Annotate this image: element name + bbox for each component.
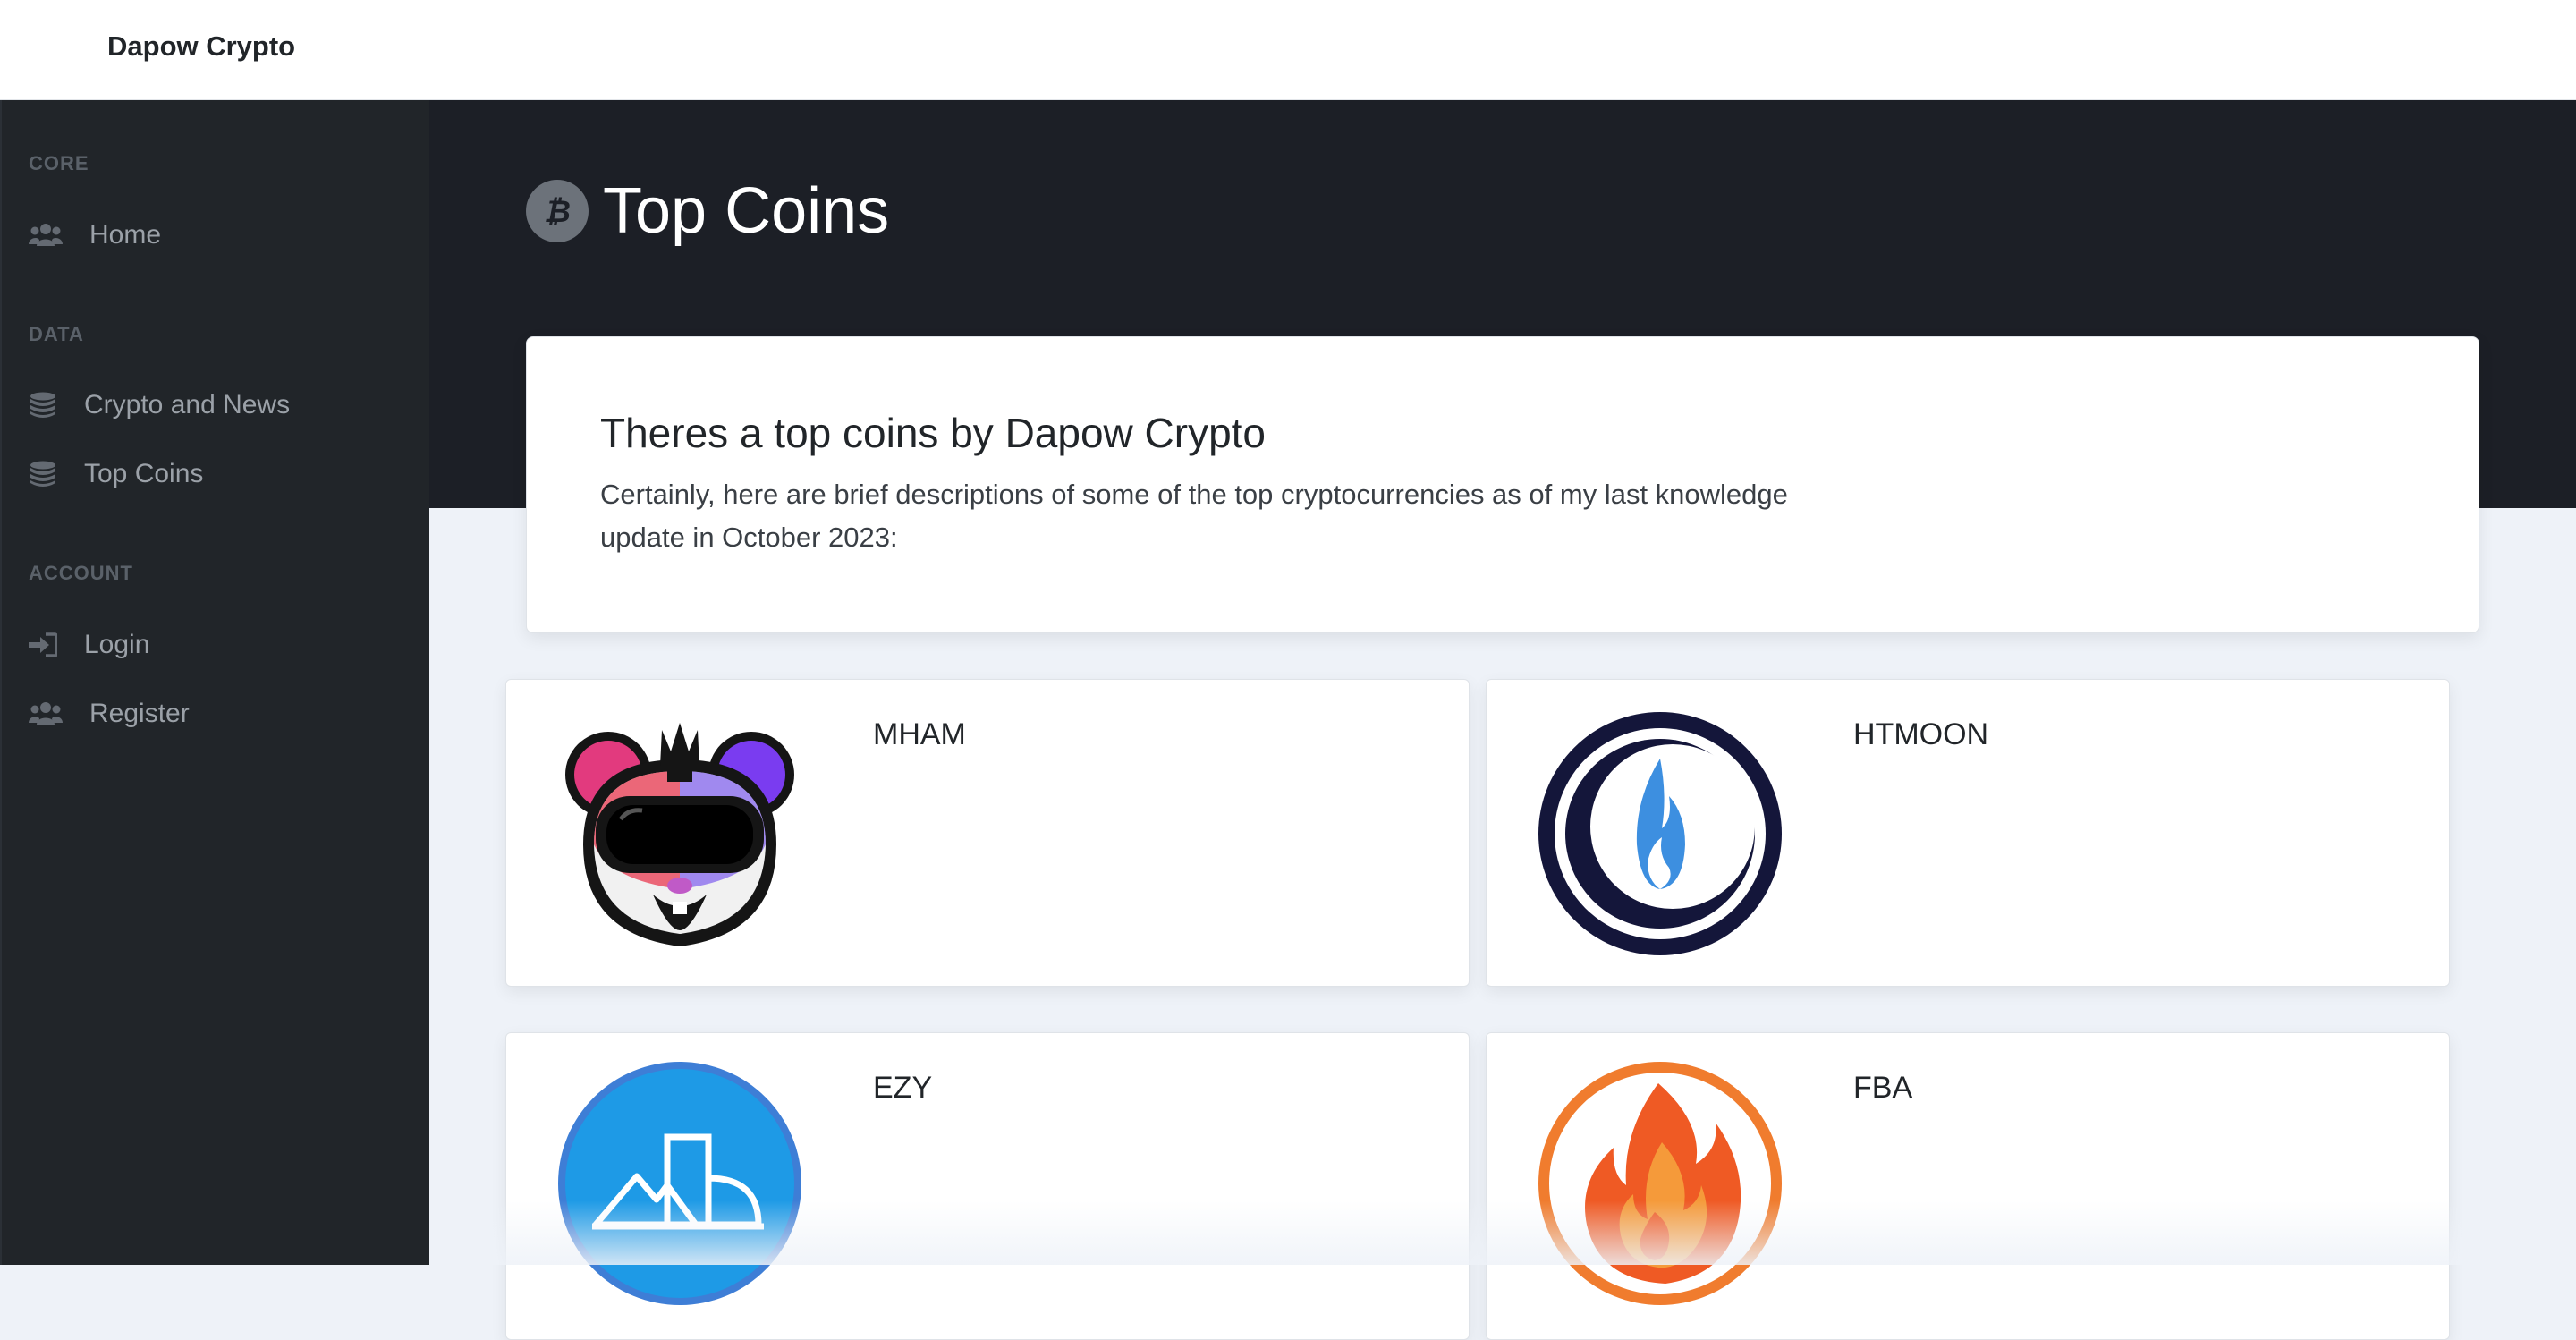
sidebar-item-label: Register — [89, 699, 190, 728]
hamster-vr-logo — [556, 710, 803, 957]
info-card-description: Certainly, here are brief descriptions o… — [600, 479, 1788, 553]
bitcoin-icon: ₿ — [526, 180, 589, 242]
orange-flame-logo — [1537, 1060, 1784, 1307]
sidebar-item-label: Crypto and News — [84, 390, 291, 420]
page-title-row: ₿ Top Coins — [526, 179, 889, 243]
sidebar-heading-core: CORE — [29, 152, 89, 174]
coins-icon — [29, 391, 84, 420]
coin-card[interactable]: HTMOON — [1486, 679, 2450, 987]
coin-card[interactable]: EZY — [505, 1032, 1470, 1340]
sidebar-item-label: Top Coins — [84, 459, 204, 488]
info-card: Theres a top coins by Dapow Crypto Certa… — [526, 336, 2479, 633]
coin-name: FBA — [1853, 1071, 1913, 1105]
coin-card[interactable]: FBA — [1486, 1032, 2450, 1340]
sidebar-item-top-coins[interactable]: Top Coins — [29, 452, 203, 496]
sidebar-item-register[interactable]: Register — [29, 691, 190, 736]
sidebar-item-label: Home — [89, 220, 162, 250]
coins-icon — [29, 460, 84, 488]
coin-name: HTMOON — [1853, 717, 1989, 751]
mountain-logo — [556, 1060, 803, 1307]
coin-name: EZY — [873, 1071, 933, 1105]
sidebar-heading-account: ACCOUNT — [29, 562, 133, 584]
top-navbar: Dapow Crypto — [0, 0, 2576, 100]
coin-name: MHAM — [873, 717, 966, 751]
sidebar-heading-data: DATA — [29, 323, 84, 345]
page-title: Top Coins — [603, 175, 890, 247]
brand-link[interactable]: Dapow Crypto — [107, 0, 295, 93]
info-card-title: Theres a top coins by Dapow Crypto — [600, 410, 1267, 456]
main-content: ₿ Top Coins Theres a top coins by Dapow … — [429, 100, 2576, 1340]
blue-flame-moon-logo — [1537, 710, 1784, 957]
sidebar-item-login[interactable]: Login — [29, 623, 149, 667]
users-icon — [29, 221, 89, 250]
svg-text:₿: ₿ — [544, 194, 571, 230]
coin-card[interactable]: MHAM — [505, 679, 1470, 987]
sidebar-item-label: Login — [84, 630, 150, 659]
sidebar-item-crypto-news[interactable]: Crypto and News — [29, 383, 290, 428]
sign-in-icon — [29, 631, 84, 659]
sidebar: CORE Home DATA Crypto and News Top Coins… — [0, 100, 429, 1265]
users-icon — [29, 700, 89, 728]
sidebar-item-home[interactable]: Home — [29, 213, 161, 258]
